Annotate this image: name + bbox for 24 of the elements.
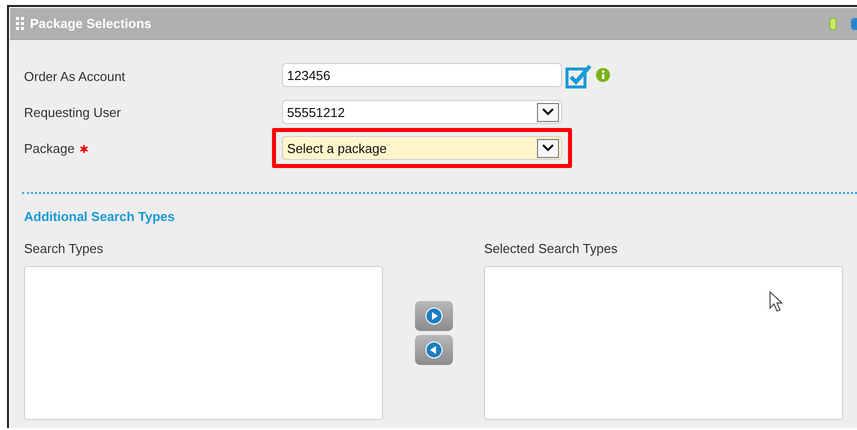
required-icon [80,144,88,152]
panel-title: Package Selections [30,16,152,31]
checkbox-edit-icon[interactable] [565,63,593,89]
move-right-button[interactable] [414,301,452,331]
chevron-icon [542,108,554,116]
play-icon [424,307,442,325]
pill-icon[interactable] [829,16,837,30]
input-field[interactable]: 123456 [282,63,562,87]
drag-handle-icon[interactable] [16,16,24,30]
list-label: Selected Search Types [484,241,618,256]
field-label: Requesting User [24,104,121,120]
move-left-button[interactable] [414,335,452,365]
chevron-icon [542,144,554,152]
select-field[interactable]: Select a package [282,136,562,160]
list-label: Search Types [24,241,104,256]
section-title: Additional Search Types [24,209,176,224]
edge-icon[interactable] [851,16,857,30]
list-box[interactable] [484,266,843,420]
back-icon [424,341,442,359]
select-field[interactable]: 55551212 [282,100,562,124]
info-icon[interactable] [595,67,611,83]
field-label: Package [24,140,75,156]
field-label: Order As Account [24,68,126,84]
cursor-icon [769,291,783,313]
